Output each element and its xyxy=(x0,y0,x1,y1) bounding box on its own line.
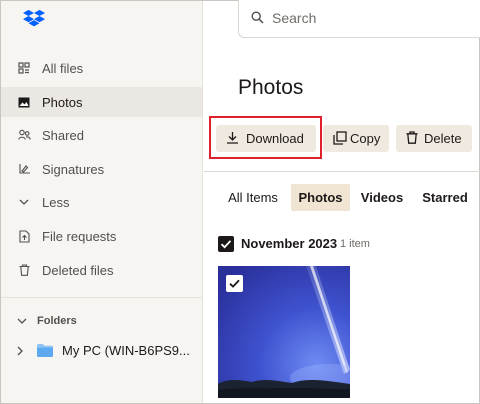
chevron-right-icon[interactable] xyxy=(17,346,23,356)
tab-starred[interactable]: Starred xyxy=(416,184,474,211)
page-title: Photos xyxy=(238,76,304,99)
trash-icon xyxy=(406,131,418,144)
dropbox-logo-icon[interactable] xyxy=(23,9,45,27)
tab-videos[interactable]: Videos xyxy=(356,184,408,211)
sidebar-folder-my-pc[interactable]: My PC (WIN-B6PS9... xyxy=(17,343,201,358)
sidebar-item-signatures[interactable]: Signatures xyxy=(1,154,202,184)
file-request-icon xyxy=(17,229,31,243)
search-icon xyxy=(251,11,264,24)
sidebar-item-file-requests[interactable]: File requests xyxy=(1,221,202,251)
delete-button-label: Delete xyxy=(424,131,462,146)
sidebar: All files Photos Shared Signatures Less … xyxy=(1,1,203,403)
tab-all-items[interactable]: All Items xyxy=(222,184,284,211)
sidebar-item-shared[interactable]: Shared xyxy=(1,120,202,150)
sidebar-item-label: Signatures xyxy=(42,161,105,177)
sidebar-item-label: File requests xyxy=(42,228,117,244)
copy-icon xyxy=(333,131,347,145)
sidebar-divider xyxy=(1,297,202,298)
sidebar-item-label: Photos xyxy=(42,94,83,110)
checkmark-icon xyxy=(220,240,232,249)
sidebar-item-label: Shared xyxy=(42,127,84,143)
group-date-title: November 2023 xyxy=(241,236,338,251)
copy-button-label: Copy xyxy=(350,131,381,146)
photo-select-checkbox[interactable] xyxy=(226,275,243,292)
search-placeholder: Search xyxy=(272,10,317,26)
sidebar-item-less[interactable]: Less xyxy=(1,187,202,217)
trash-icon xyxy=(17,263,31,277)
sidebar-item-label: Less xyxy=(42,194,70,210)
group-item-count: 1 item xyxy=(340,238,370,250)
sidebar-item-photos[interactable]: Photos xyxy=(1,87,202,117)
search-input[interactable]: Search xyxy=(238,0,480,38)
download-icon xyxy=(227,132,238,144)
chevron-down-icon xyxy=(17,195,31,209)
section-divider xyxy=(204,171,480,172)
checkmark-icon xyxy=(229,279,240,288)
sidebar-item-label: All files xyxy=(42,60,84,76)
chevron-down-icon xyxy=(17,318,27,324)
tab-photos[interactable]: Photos xyxy=(291,184,350,211)
download-button[interactable]: Download xyxy=(216,125,316,152)
sidebar-item-label: Deleted files xyxy=(42,262,114,278)
delete-button[interactable]: Delete xyxy=(396,125,472,152)
photo-thumbnail[interactable] xyxy=(218,266,350,398)
copy-button[interactable]: Copy xyxy=(323,125,389,152)
folder-icon xyxy=(37,344,53,357)
sidebar-item-deleted-files[interactable]: Deleted files xyxy=(1,255,202,285)
download-button-label: Download xyxy=(246,131,304,146)
group-select-checkbox[interactable] xyxy=(218,236,234,252)
shared-icon xyxy=(17,128,31,142)
folders-section-toggle[interactable]: Folders xyxy=(17,315,77,327)
sidebar-item-all-files[interactable]: All files xyxy=(1,53,202,83)
folders-header-label: Folders xyxy=(37,315,77,327)
folder-label: My PC (WIN-B6PS9... xyxy=(62,343,190,358)
all-files-icon xyxy=(17,61,31,75)
signature-icon xyxy=(17,162,31,176)
photos-icon xyxy=(17,95,31,109)
